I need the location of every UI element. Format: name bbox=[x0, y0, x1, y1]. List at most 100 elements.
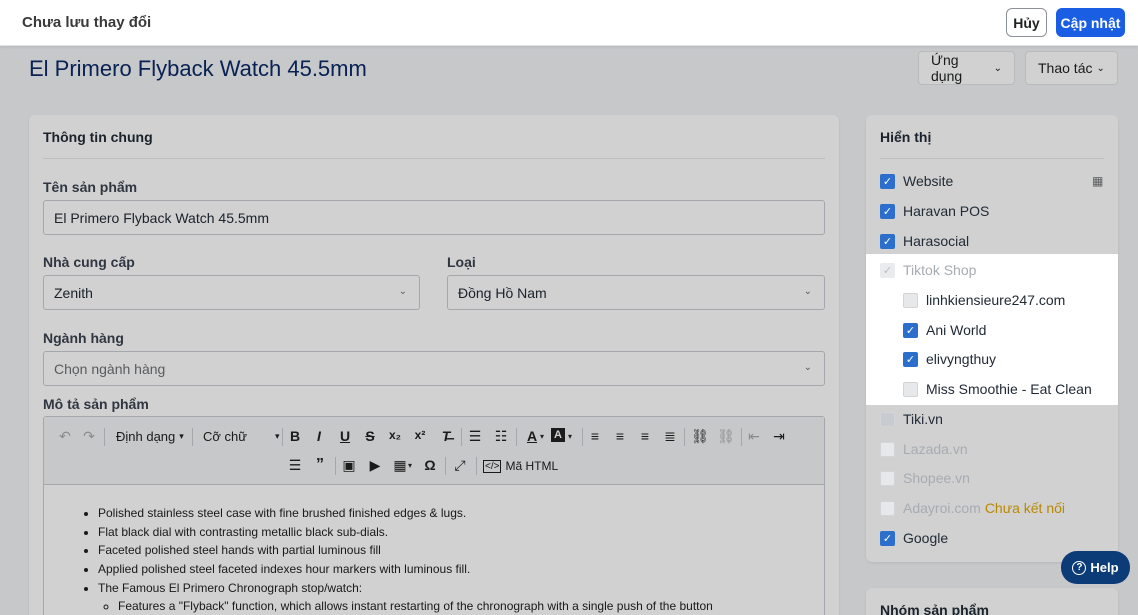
list-item: The Famous El Primero Chronograph stop/w… bbox=[98, 579, 713, 598]
checkbox-unchecked-icon[interactable] bbox=[880, 500, 895, 516]
apps-dropdown-label: Ứng dụng bbox=[931, 52, 963, 84]
italic-icon[interactable]: I bbox=[309, 428, 329, 444]
checkbox-checked-icon[interactable]: ✓ bbox=[880, 233, 895, 249]
channel-google[interactable]: ✓ Google bbox=[880, 527, 948, 549]
tiktok-store-ani-world[interactable]: ✓ Ani World bbox=[903, 319, 986, 341]
channel-label: Adayroi.com bbox=[903, 500, 981, 516]
channel-tiki[interactable]: Tiki.vn bbox=[880, 408, 943, 430]
vendor-select[interactable]: Zenith ⌄ bbox=[43, 275, 420, 310]
format-dropdown[interactable]: Định dạng ▾ bbox=[116, 429, 184, 444]
chevron-down-icon: ⌄ bbox=[398, 286, 407, 297]
divider bbox=[880, 158, 1104, 159]
channel-haravan-pos[interactable]: ✓ Haravan POS bbox=[880, 200, 989, 222]
font-size-dropdown[interactable]: Cỡ chữ ▾ bbox=[203, 429, 280, 444]
channel-shopee[interactable]: Shopee.vn bbox=[880, 467, 970, 489]
category-select[interactable]: Chọn ngành hàng ⌄ bbox=[43, 351, 825, 386]
checkbox-checked-icon[interactable]: ✓ bbox=[880, 203, 895, 219]
vendor-label: Nhà cung cấp bbox=[43, 254, 135, 270]
undo-icon[interactable]: ↶ bbox=[55, 428, 75, 445]
apps-dropdown[interactable]: Ứng dụng ⌄ bbox=[918, 51, 1015, 85]
outdent-icon[interactable]: ⇤ bbox=[744, 428, 764, 445]
html-source-button[interactable]: </> Mã HTML bbox=[483, 459, 558, 473]
align-center-icon[interactable]: ≡ bbox=[610, 428, 630, 444]
help-label: Help bbox=[1090, 560, 1119, 575]
font-size-dropdown-label: Cỡ chữ bbox=[203, 429, 247, 444]
indent-icon[interactable]: ⇥ bbox=[769, 428, 789, 445]
channel-label: Ani World bbox=[926, 322, 987, 338]
channel-lazada[interactable]: Lazada.vn bbox=[880, 438, 968, 460]
highlight-color-icon[interactable]: A bbox=[551, 428, 565, 442]
tiktok-store-linhkiensieure247[interactable]: linhkiensieure247.com bbox=[903, 289, 1065, 311]
bullet-list-icon[interactable]: ☷ bbox=[491, 428, 511, 445]
checkbox-disabled-icon[interactable]: ✓ bbox=[880, 262, 895, 278]
page-title: El Primero Flyback Watch 45.5mm bbox=[29, 56, 367, 81]
checkbox-unchecked-icon[interactable] bbox=[903, 292, 918, 308]
toolbar-separator bbox=[104, 428, 105, 446]
subscript-icon[interactable]: x₂ bbox=[385, 428, 405, 442]
image-icon[interactable]: ▣ bbox=[339, 457, 359, 474]
unlink-icon[interactable]: ⛓ bbox=[716, 428, 736, 445]
horizontal-rule-icon[interactable]: ☰ bbox=[285, 457, 305, 474]
checkbox-checked-icon[interactable]: ✓ bbox=[903, 322, 918, 338]
help-button[interactable]: ? Help bbox=[1061, 551, 1130, 584]
channel-website[interactable]: ✓ Website bbox=[880, 170, 953, 192]
checkbox-checked-icon[interactable]: ✓ bbox=[880, 530, 895, 546]
channel-label: linhkiensieure247.com bbox=[926, 292, 1066, 308]
video-icon[interactable]: ▶ bbox=[365, 457, 385, 474]
checkbox-checked-icon[interactable]: ✓ bbox=[880, 173, 895, 189]
product-name-label: Tên sản phẩm bbox=[43, 179, 138, 195]
description-editor[interactable]: ↶ ↷ Định dạng ▾ Cỡ chữ ▾ B I U S x₂ x² T… bbox=[43, 416, 825, 615]
checkbox-unchecked-icon[interactable] bbox=[880, 411, 895, 427]
toolbar-separator bbox=[741, 428, 742, 446]
editor-toolbar: ↶ ↷ Định dạng ▾ Cỡ chữ ▾ B I U S x₂ x² T… bbox=[44, 417, 824, 485]
redo-icon[interactable]: ↷ bbox=[79, 428, 99, 445]
text-color-icon[interactable]: A bbox=[522, 428, 542, 444]
description-list: Polished stainless steel case with fine … bbox=[98, 504, 713, 615]
format-dropdown-label: Định dạng bbox=[116, 429, 176, 444]
channel-tiktok-shop[interactable]: ✓ Tiktok Shop bbox=[880, 259, 976, 281]
toolbar-separator bbox=[192, 428, 193, 446]
special-char-icon[interactable]: Ω bbox=[420, 457, 440, 473]
channel-label: Tiki.vn bbox=[903, 411, 943, 427]
type-select[interactable]: Đồng Hồ Nam ⌄ bbox=[447, 275, 825, 310]
align-justify-icon[interactable]: ≣ bbox=[660, 428, 680, 445]
actions-dropdown[interactable]: Thao tác ⌄ bbox=[1025, 51, 1118, 85]
question-icon: ? bbox=[1072, 560, 1087, 575]
channel-label: Harasocial bbox=[903, 233, 970, 249]
toolbar-separator bbox=[516, 428, 517, 446]
link-icon[interactable]: ⛓ bbox=[690, 428, 710, 445]
product-name-input[interactable]: El Primero Flyback Watch 45.5mm bbox=[43, 200, 825, 235]
not-connected-link[interactable]: Chưa kết nối bbox=[985, 500, 1065, 516]
channel-label: elivyngthuy bbox=[926, 351, 997, 367]
fullscreen-icon[interactable]: ⤢ bbox=[450, 457, 470, 474]
tiktok-store-miss-smoothie[interactable]: Miss Smoothie - Eat Clean bbox=[903, 378, 1092, 400]
blockquote-icon[interactable]: ” bbox=[310, 456, 330, 474]
bold-icon[interactable]: B bbox=[285, 428, 305, 444]
tiktok-store-elivyngthuy[interactable]: ✓ elivyngthuy bbox=[903, 348, 996, 370]
category-label: Ngành hàng bbox=[43, 330, 124, 346]
underline-icon[interactable]: U bbox=[335, 428, 355, 444]
clear-format-icon[interactable]: T̶ bbox=[436, 428, 456, 444]
toolbar-separator bbox=[582, 428, 583, 446]
table-icon[interactable]: ▦ bbox=[390, 457, 410, 474]
channel-label: Shopee.vn bbox=[903, 470, 970, 486]
channel-harasocial[interactable]: ✓ Harasocial bbox=[880, 230, 969, 252]
align-left-icon[interactable]: ≡ bbox=[585, 428, 605, 444]
list-item: Features a "Flyback" function, which all… bbox=[118, 597, 713, 615]
channel-adayroi[interactable]: Adayroi.com Chưa kết nối bbox=[880, 497, 1065, 519]
save-button[interactable]: Cập nhật bbox=[1056, 8, 1125, 37]
divider bbox=[43, 158, 825, 159]
checkbox-unchecked-icon[interactable] bbox=[880, 470, 895, 486]
cancel-button[interactable]: Hủy bbox=[1006, 8, 1047, 37]
superscript-icon[interactable]: x² bbox=[410, 428, 430, 442]
ordered-list-icon[interactable]: ☰ bbox=[465, 428, 485, 445]
checkbox-unchecked-icon[interactable] bbox=[880, 441, 895, 457]
align-right-icon[interactable]: ≡ bbox=[635, 428, 655, 444]
strikethrough-icon[interactable]: S bbox=[360, 428, 380, 444]
checkbox-unchecked-icon[interactable] bbox=[903, 381, 918, 397]
type-value: Đồng Hồ Nam bbox=[458, 284, 547, 301]
calendar-icon[interactable]: ▦ bbox=[1092, 174, 1103, 188]
product-name-value: El Primero Flyback Watch 45.5mm bbox=[54, 209, 269, 226]
toolbar-separator bbox=[461, 428, 462, 446]
checkbox-checked-icon[interactable]: ✓ bbox=[903, 351, 918, 367]
